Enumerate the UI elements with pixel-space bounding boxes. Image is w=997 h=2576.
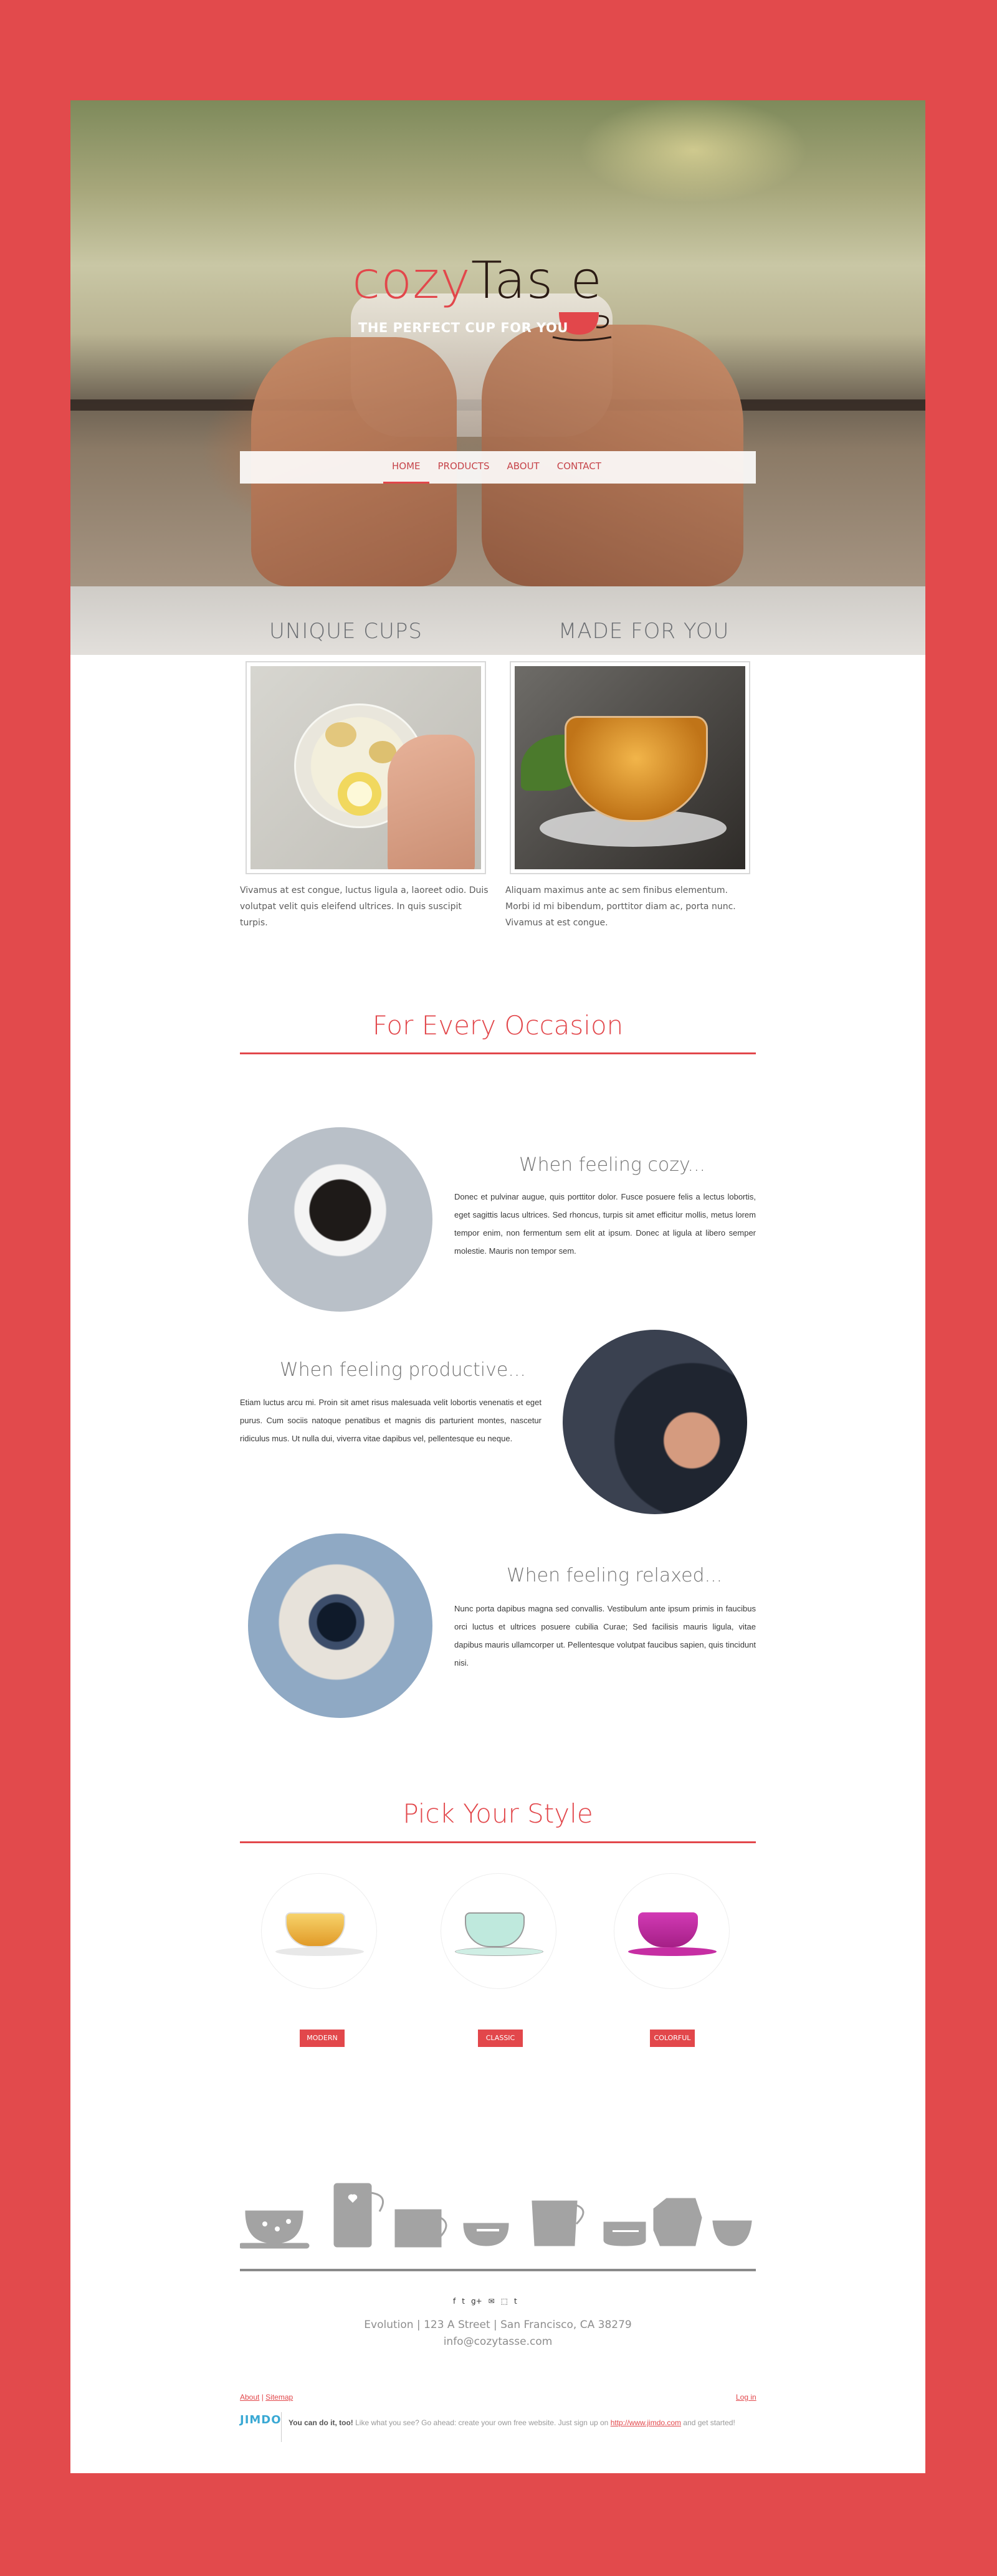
colorful-cup xyxy=(638,1912,698,1947)
nav-item-home[interactable]: HOME xyxy=(383,451,429,484)
jimdo-logo-text: JIMDO xyxy=(240,2413,282,2426)
modern-button[interactable]: MODERN xyxy=(300,2030,345,2047)
cups-illustration xyxy=(240,2183,752,2249)
tea-glass-photo xyxy=(515,666,745,869)
jimdo-promo-end: and get started! xyxy=(681,2418,735,2427)
jimdo-promo-bold: You can do it, too! xyxy=(289,2418,353,2427)
occasion-cozy-title: When feeling cozy... xyxy=(519,1154,706,1176)
footer-email[interactable]: info@cozytasse.com xyxy=(240,2335,756,2348)
occasion-rule xyxy=(240,1052,756,1054)
tagline: THE PERFECT CUP FOR YOU xyxy=(358,320,568,335)
nav-item-about[interactable]: ABOUT xyxy=(498,451,548,484)
style-rule xyxy=(240,1841,756,1843)
logo-part-tasse: Tas e xyxy=(470,251,603,310)
laptop-photo xyxy=(563,1330,747,1514)
classic-cup-image[interactable] xyxy=(441,1873,556,1989)
colorful-saucer xyxy=(628,1947,717,1956)
footer-address: Evolution | 123 A Street | San Francisco… xyxy=(364,2319,632,2331)
style-title: Pick Your Style xyxy=(403,1798,593,1829)
hero-image: cozyTas e THE PERFECT CUP FOR YOU HOME P… xyxy=(70,100,925,586)
ginger-slice xyxy=(325,722,356,747)
footer-links: About | Sitemap xyxy=(240,2393,293,2402)
jimdo-link[interactable]: http://www.jimdo.com xyxy=(611,2418,681,2427)
logo-part-cozy: cozy xyxy=(352,251,471,310)
page: cozyTas e THE PERFECT CUP FOR YOU HOME P… xyxy=(70,100,925,2473)
share-icon[interactable]: ⬚ xyxy=(501,2297,508,2306)
logo-text: cozyTas e xyxy=(352,250,603,312)
colorful-cup-image[interactable] xyxy=(614,1873,730,1989)
main-nav: HOME PRODUCTS ABOUT CONTACT xyxy=(240,451,756,484)
feature-image-right xyxy=(510,661,750,874)
lemon-tea-photo xyxy=(250,666,481,869)
google-plus-icon[interactable]: g+ xyxy=(471,2297,482,2306)
about-link[interactable]: About xyxy=(240,2393,259,2402)
jimdo-promo: You can do it, too! Like what you see? G… xyxy=(289,2415,737,2431)
modern-saucer xyxy=(275,1947,364,1956)
classic-saucer xyxy=(455,1947,543,1956)
feature-band: UNIQUE CUPS MADE FOR YOU xyxy=(70,586,925,655)
feature-text-left: Vivamus at est congue, luctus ligula a, … xyxy=(240,885,489,928)
classic-button[interactable]: CLASSIC xyxy=(478,2030,523,2047)
modern-cup xyxy=(285,1912,345,1947)
login-link[interactable]: Log in xyxy=(736,2393,756,2402)
feature-text-right: Aliquam maximus ante ac sem finibus elem… xyxy=(505,885,736,928)
occasion-cozy-text: Donec et pulvinar augue, quis porttitor … xyxy=(454,1192,756,1256)
jimdo-separator xyxy=(281,2412,282,2442)
mail-icon[interactable]: ✉ xyxy=(489,2297,495,2306)
relaxed-photo xyxy=(248,1534,432,1718)
occasion-productive-title: When feeling productive... xyxy=(280,1359,526,1381)
tumblr-icon[interactable]: t xyxy=(514,2297,517,2306)
hand-shape xyxy=(388,735,475,869)
jimdo-logo[interactable]: JIMDO xyxy=(240,2413,282,2426)
facebook-icon[interactable]: f xyxy=(453,2297,456,2306)
cups-shelf-line xyxy=(240,2269,756,2271)
occasion-productive-text: Etiam luctus arcu mi. Proin sit amet ris… xyxy=(240,1398,541,1443)
nav-items: HOME PRODUCTS ABOUT CONTACT xyxy=(383,451,610,484)
colorful-button[interactable]: COLORFUL xyxy=(650,2030,695,2047)
footer-link-separator: | xyxy=(259,2393,266,2402)
twitter-icon[interactable]: t xyxy=(462,2297,465,2306)
feature-title-right: MADE FOR YOU xyxy=(558,619,730,644)
occasion-relaxed-text: Nunc porta dapibus magna sed convallis. … xyxy=(454,1604,756,1667)
classic-cup xyxy=(465,1912,525,1947)
social-links: f t g+ ✉ ⬚ t xyxy=(453,2297,517,2306)
cozy-mug-photo xyxy=(248,1127,432,1312)
occasion-title: For Every Occasion xyxy=(372,1010,624,1041)
lemon-slice xyxy=(338,772,381,816)
feature-title-left: UNIQUE CUPS xyxy=(269,619,422,644)
modern-cup-image[interactable] xyxy=(261,1873,377,1989)
tea-glass xyxy=(565,716,708,822)
sitemap-link[interactable]: Sitemap xyxy=(265,2393,293,2402)
jimdo-promo-text: Like what you see? Go ahead: create your… xyxy=(353,2418,611,2427)
nav-item-products[interactable]: PRODUCTS xyxy=(429,451,499,484)
occasion-relaxed-title: When feeling relaxed... xyxy=(507,1565,723,1586)
site-logo[interactable]: cozyTas e THE PERFECT CUP FOR YOU xyxy=(352,250,651,341)
nav-item-contact[interactable]: CONTACT xyxy=(548,451,610,484)
feature-image-left xyxy=(246,661,486,874)
